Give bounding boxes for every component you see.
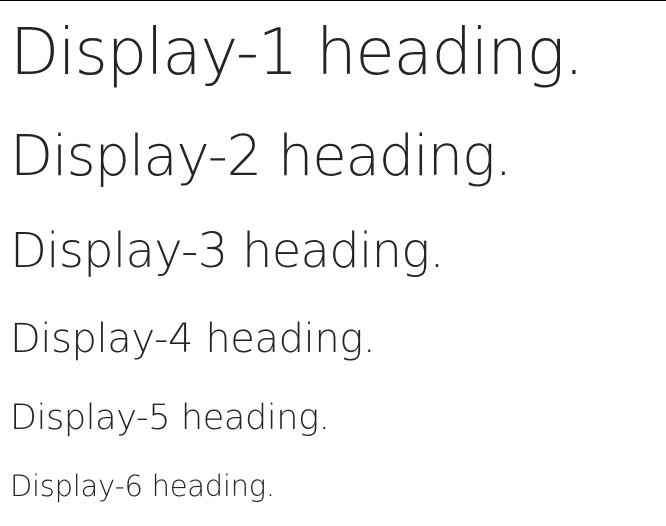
display-1-heading: Display-1 heading. [10, 16, 584, 90]
display-6-heading: Display-6 heading. [10, 469, 275, 503]
display-5-heading: Display-5 heading. [10, 398, 330, 438]
display-3-heading: Display-3 heading. [10, 223, 445, 279]
display-4-heading: Display-4 heading. [10, 316, 376, 362]
display-2-heading: Display-2 heading. [10, 124, 512, 189]
